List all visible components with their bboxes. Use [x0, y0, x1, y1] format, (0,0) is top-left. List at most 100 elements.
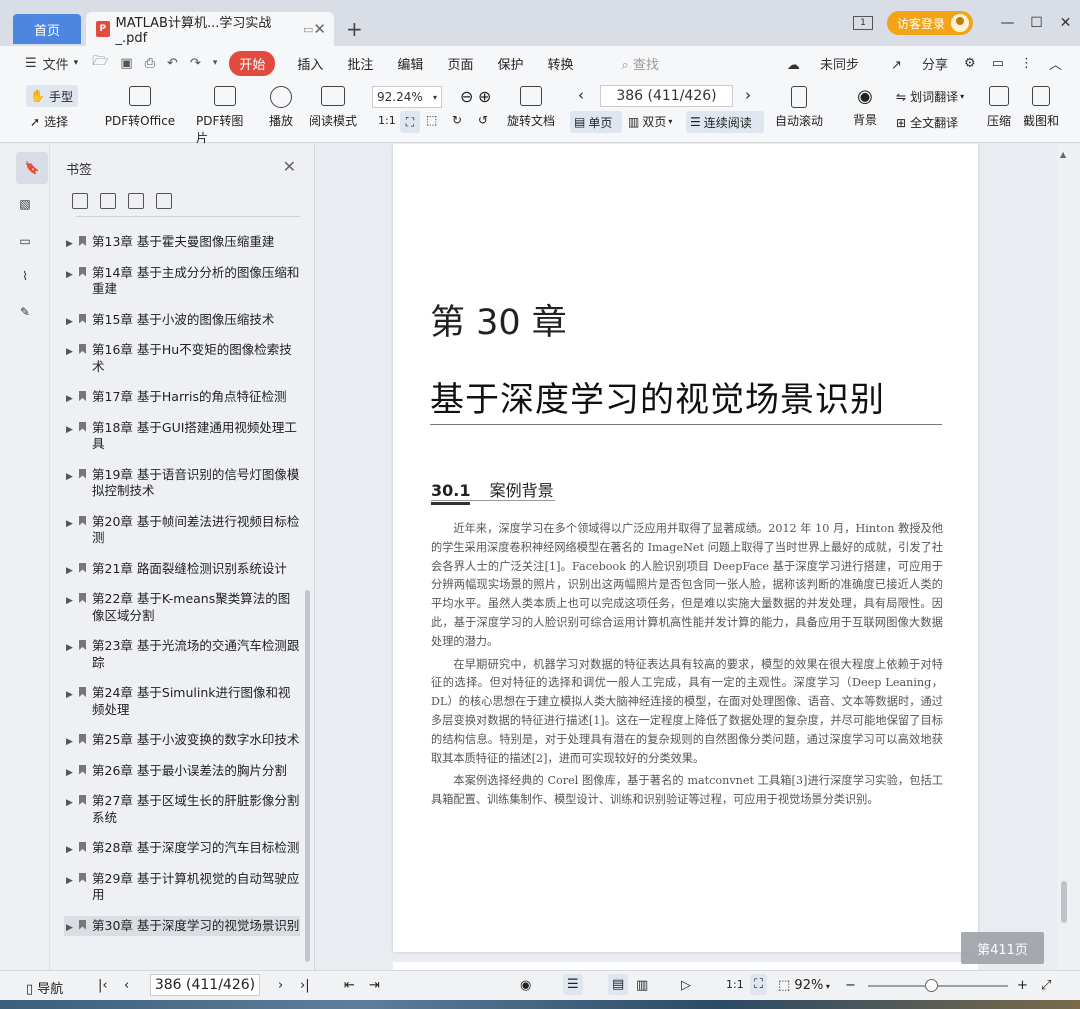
menu-protect[interactable]: 保护 [497, 54, 523, 73]
bookmark-item[interactable]: ▶ 第27章 基于区域生长的肝脏影像分割系统 [64, 791, 300, 828]
file-menu[interactable]: ☰ 文件 ▾ [25, 54, 78, 73]
bookmark-item[interactable]: ▶ 第16章 基于Hu不变矩的图像检索技术 [64, 340, 300, 377]
search-box[interactable]: ⌕ 查找 [621, 54, 658, 73]
actual-size-icon[interactable]: 1:1 [726, 978, 744, 991]
close-tab-icon[interactable]: ✕ [313, 20, 326, 38]
expand-arrow-icon[interactable]: ▶ [66, 344, 73, 361]
background-button[interactable]: ◉ 背景 [848, 86, 882, 128]
auto-scroll-button[interactable]: 自动滚动 [770, 86, 828, 129]
pdf-to-image-button[interactable]: PDF转图片 [196, 86, 254, 146]
add-child-bookmark-icon[interactable] [100, 193, 116, 209]
bookmark-icon[interactable]: 🔖 [16, 152, 48, 184]
forward-icon[interactable]: ⇥ [369, 978, 380, 993]
bookmark-item[interactable]: ▶ 第23章 基于光流场的交通汽车检测跟踪 [64, 636, 300, 673]
minimize-button[interactable]: — [993, 15, 1022, 31]
comment-icon[interactable]: ▭ [992, 56, 1004, 71]
bookmark-item[interactable]: ▶ 第20章 基于帧间差法进行视频目标检测 [64, 512, 300, 549]
sign-icon[interactable]: ✎ [14, 301, 36, 323]
expand-arrow-icon[interactable]: ▶ [66, 422, 73, 439]
bookmark-item[interactable]: ▶ 第24章 基于Simulink进行图像和视频处理 [64, 683, 300, 720]
document-scrollbar[interactable]: ▲ [1057, 144, 1080, 970]
add-bookmark-icon[interactable] [72, 193, 88, 209]
tab-document[interactable]: P MATLAB计算机...学习实战_.pdf ▭ ✕ [86, 12, 334, 46]
fit-page-icon[interactable]: ⛶ [750, 974, 768, 995]
bookmark-item[interactable]: ▶ 第14章 基于主成分分析的图像压缩和重建 [64, 263, 300, 300]
continuous-mode-icon[interactable]: ☰ [563, 974, 583, 995]
bookmark-item[interactable]: ▶ 第13章 基于霍夫曼图像压缩重建 [64, 232, 300, 253]
double-page-mode-icon[interactable]: ▥ [636, 978, 648, 993]
expand-arrow-icon[interactable]: ▶ [66, 469, 73, 486]
eye-protect-icon[interactable]: ◉ [520, 978, 531, 993]
scrollbar-thumb[interactable] [1061, 881, 1067, 923]
fit-width-icon[interactable]: ⬚ [426, 113, 437, 127]
compress-button[interactable]: 压缩 [986, 86, 1012, 129]
menu-page[interactable]: 页面 [447, 54, 473, 73]
zoom-in-button[interactable]: + [1017, 978, 1028, 993]
fullscreen-icon[interactable]: ⤢ [1041, 978, 1051, 993]
expand-arrow-icon[interactable]: ▶ [66, 842, 73, 859]
expand-arrow-icon[interactable]: ▶ [66, 920, 73, 937]
sync-button[interactable]: ☁ 未同步 [771, 54, 859, 73]
double-page-button[interactable]: ▥ 双页 ▾ [628, 113, 672, 130]
zoom-dropdown[interactable]: ⬚ 92% ▾ [778, 978, 830, 993]
back-icon[interactable]: ⇤ [344, 978, 355, 993]
single-page-button[interactable]: ▤ 单页 [570, 111, 622, 133]
expand-arrow-icon[interactable]: ▶ [66, 516, 73, 533]
bookmark-item[interactable]: ▶ 第19章 基于语音识别的信号灯图像模拟控制技术 [64, 465, 300, 502]
expand-arrow-icon[interactable]: ▶ [66, 873, 73, 890]
word-translate-button[interactable]: ⇋ 划词翻译 ▾ [896, 88, 964, 105]
maximize-button[interactable]: ☐ [1022, 15, 1051, 31]
select-tool-button[interactable]: ➚ 选择 [30, 113, 68, 130]
status-page-input[interactable]: 386 (411/426) [150, 974, 260, 996]
redo-icon[interactable]: ↷ [190, 56, 201, 71]
layout-switch-icon[interactable]: 1 [852, 16, 873, 30]
pdf-to-office-button[interactable]: PDF转Office [102, 86, 178, 129]
quick-access-dropdown-icon[interactable]: ▾ [213, 58, 218, 68]
rotate-document-button[interactable]: 旋转文档 [505, 86, 557, 129]
menu-annotate[interactable]: 批注 [347, 54, 373, 73]
expand-arrow-icon[interactable]: ▶ [66, 391, 73, 408]
bookmark-scrollbar[interactable] [305, 590, 310, 962]
comment-panel-icon[interactable]: ▭ [14, 230, 36, 252]
expand-arrow-icon[interactable]: ▶ [66, 236, 73, 253]
read-mode-button[interactable]: 阅读模式 [308, 86, 358, 129]
new-tab-button[interactable]: + [346, 17, 363, 41]
bookmark-item[interactable]: ▶ 第15章 基于小波的图像压缩技术 [64, 310, 300, 331]
open-icon[interactable]: 🗁 [92, 52, 108, 74]
next-page-icon[interactable]: › [278, 978, 283, 993]
fit-page-icon[interactable]: ⛶ [400, 111, 420, 133]
close-window-button[interactable]: ✕ [1051, 15, 1080, 31]
menu-insert[interactable]: 插入 [297, 54, 323, 73]
menu-edit[interactable]: 编辑 [397, 54, 423, 73]
visitor-login-button[interactable]: 访客登录 [886, 11, 973, 35]
zoom-out-button[interactable]: − [845, 978, 856, 993]
hand-tool-button[interactable]: ✋ 手型 [26, 85, 78, 107]
expand-arrow-icon[interactable]: ▶ [66, 734, 73, 751]
bookmark-marker-icon[interactable] [128, 193, 144, 209]
expand-arrow-icon[interactable]: ▶ [66, 267, 73, 284]
continuous-read-button[interactable]: ☰ 连续阅读 [686, 111, 764, 133]
print-icon[interactable]: ⎙ [145, 56, 155, 71]
share-button[interactable]: ↗ 分享 [875, 54, 948, 73]
menu-convert[interactable]: 转换 [547, 54, 573, 73]
bookmark-item[interactable]: ▶ 第22章 基于K-means聚类算法的图像区域分割 [64, 589, 300, 626]
bookmark-item[interactable]: ▶ 第21章 路面裂缝检测识别系统设计 [64, 559, 300, 580]
navigation-button[interactable]: ▯ 导航 [26, 978, 63, 997]
settings-icon[interactable]: ⚙ [964, 56, 976, 71]
bookmark-item[interactable]: ▶ 第25章 基于小波变换的数字水印技术 [64, 730, 300, 751]
zoom-select[interactable]: 92.24% ▾ [372, 86, 442, 108]
zoom-out-icon[interactable]: ⊖ [460, 87, 473, 106]
zoom-slider-knob[interactable] [925, 979, 938, 992]
tab-home[interactable]: 首页 [13, 14, 81, 44]
undo-icon[interactable]: ↶ [167, 56, 178, 71]
bookmark-item[interactable]: ▶ 第26章 基于最小误差法的胸片分割 [64, 761, 300, 782]
first-page-icon[interactable]: |‹ [98, 978, 108, 993]
scroll-up-icon[interactable]: ▲ [1060, 150, 1066, 159]
next-page-icon[interactable]: › [745, 86, 751, 104]
bookmark-item[interactable]: ▶ 第29章 基于计算机视觉的自动驾驶应用 [64, 869, 300, 906]
screenshot-button[interactable]: 截图和 [1024, 86, 1058, 129]
rotate-right-icon[interactable]: ↻ [452, 113, 462, 127]
single-page-mode-icon[interactable]: ▤ [608, 974, 629, 995]
bookmark-item[interactable]: ▶ 第17章 基于Harris的角点特征检测 [64, 387, 300, 408]
last-page-icon[interactable]: ›| [300, 978, 310, 993]
